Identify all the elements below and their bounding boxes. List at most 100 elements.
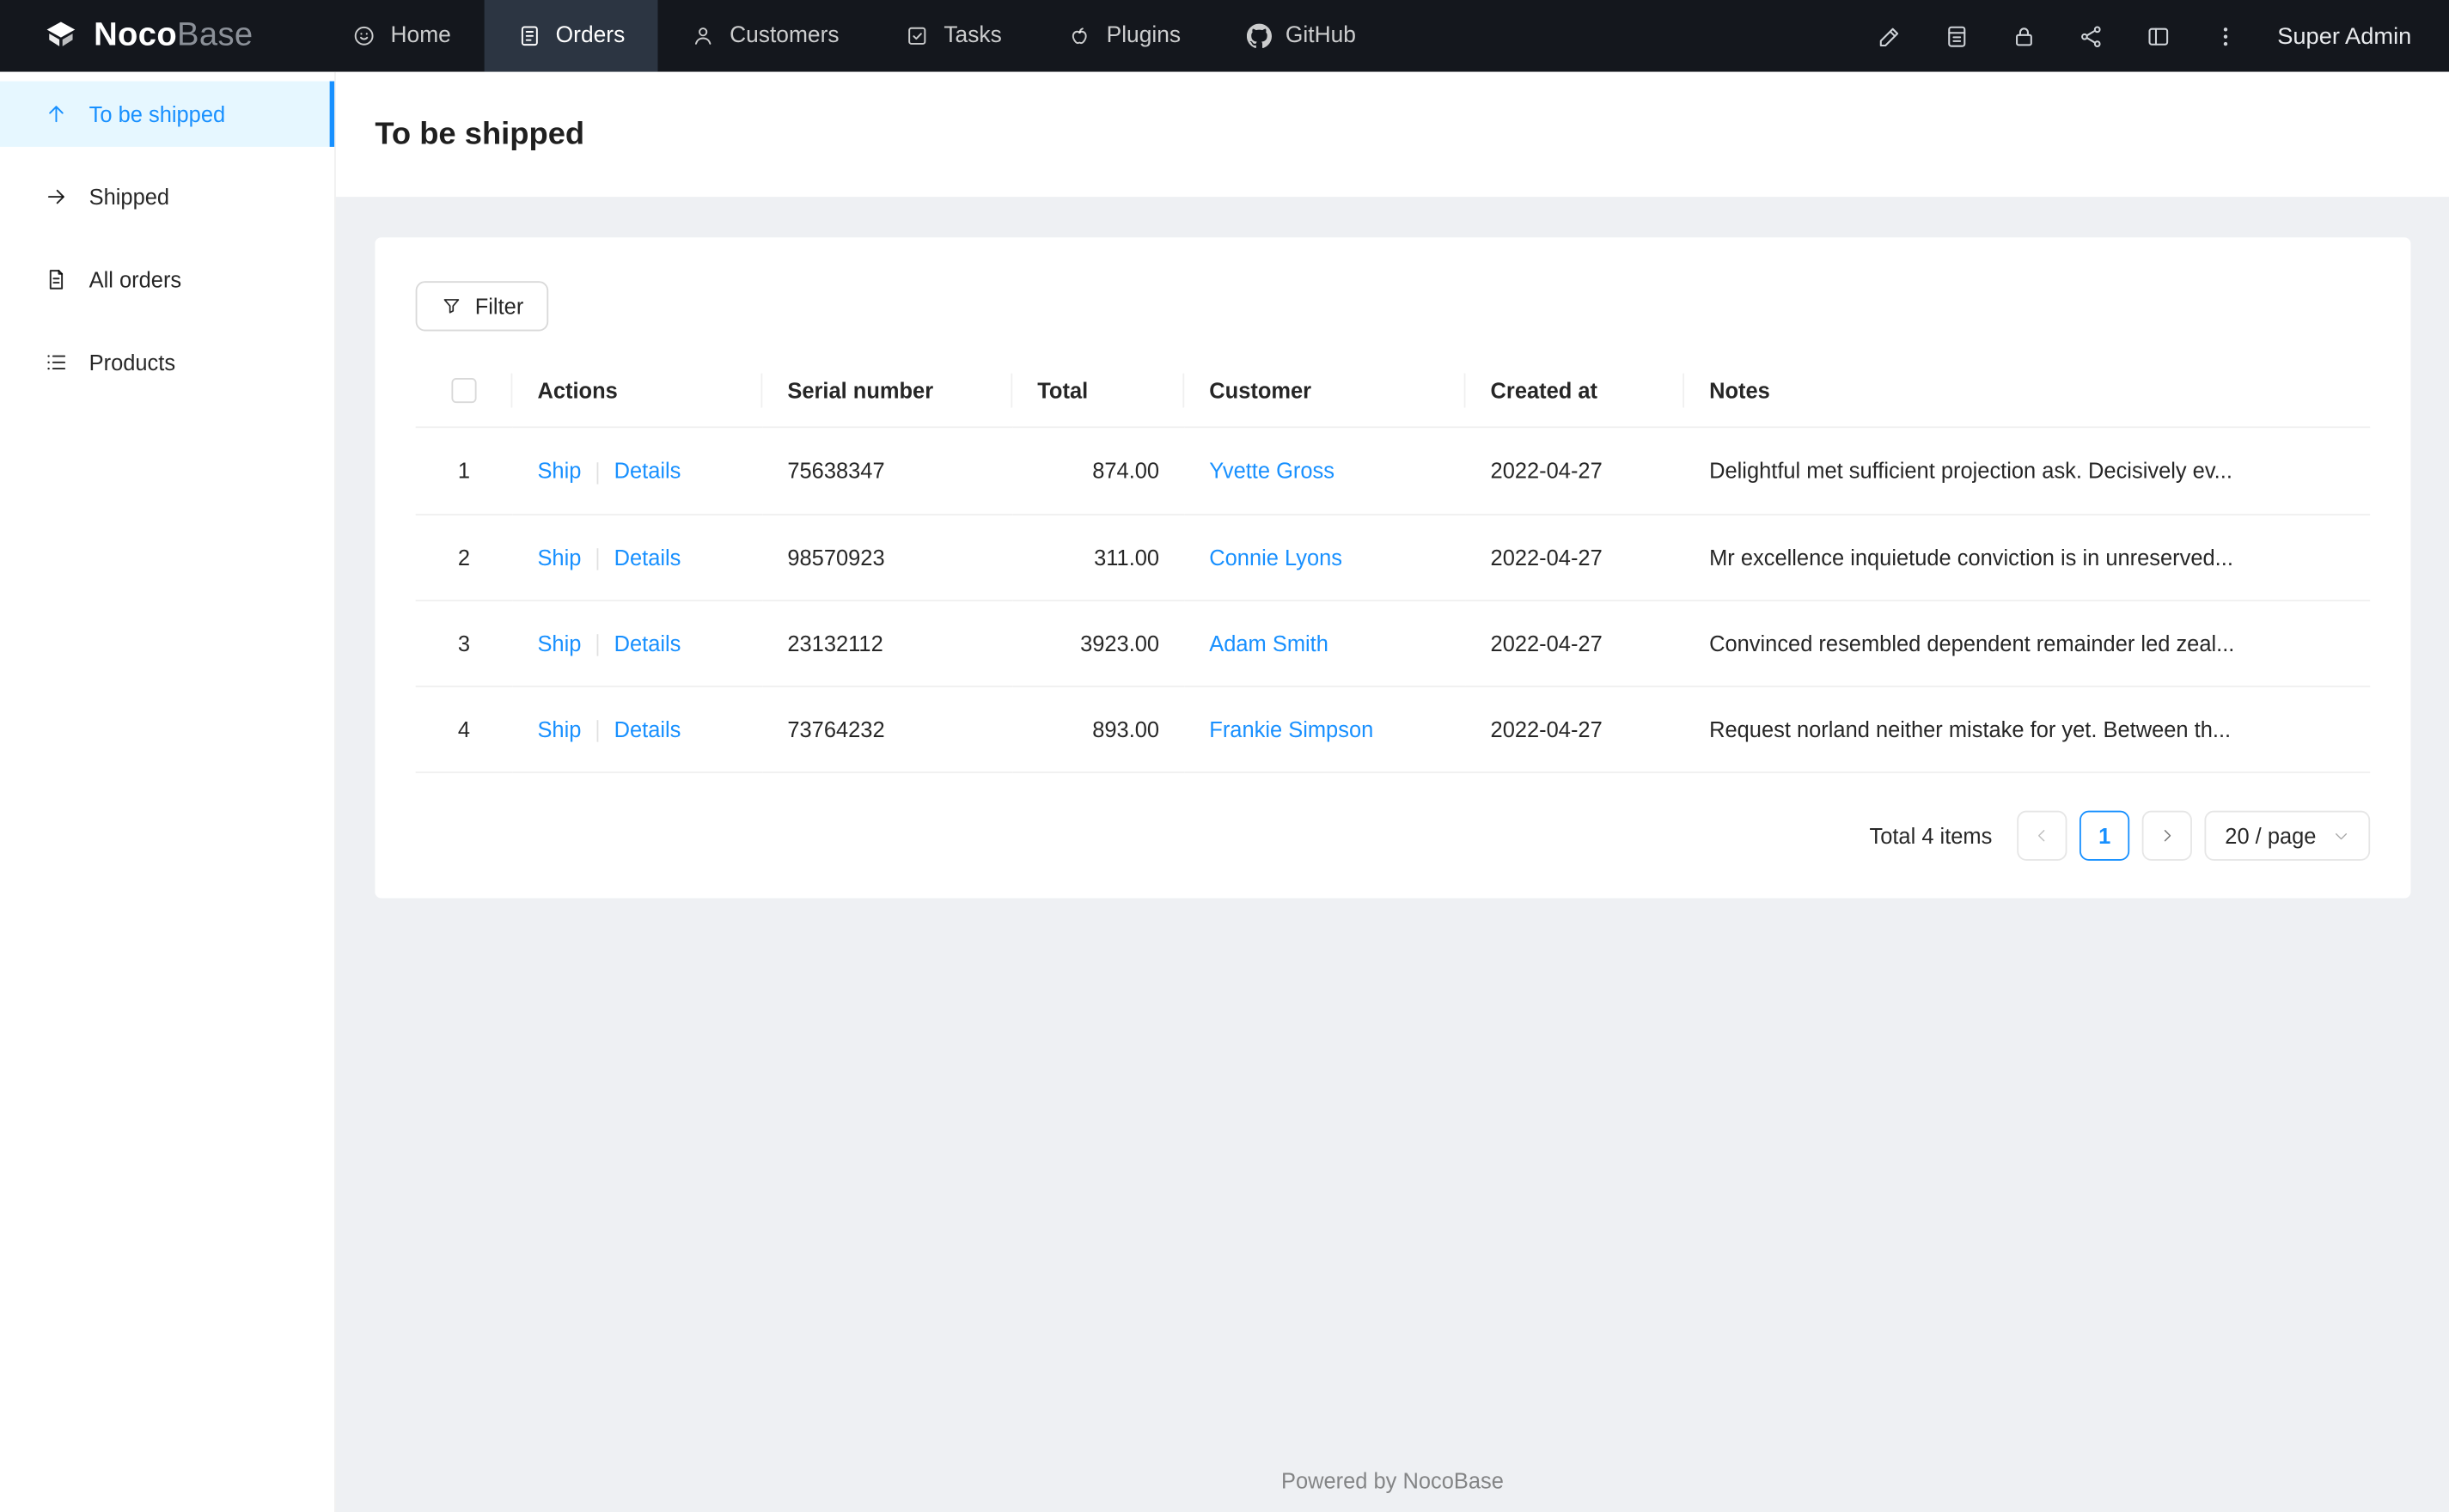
sidebar-item-to-be-shipped[interactable]: To be shipped	[0, 81, 335, 147]
nodes-button[interactable]	[2065, 9, 2118, 63]
notebook-button[interactable]	[1931, 9, 1984, 63]
notes-cell: Mr excellence inquietude conviction is i…	[1683, 514, 2370, 601]
page-header: To be shipped	[335, 71, 2449, 198]
serial-cell: 75638347	[762, 427, 1013, 515]
nav-item-orders[interactable]: Orders	[484, 0, 658, 72]
details-link[interactable]: Details	[614, 545, 681, 570]
page-size-select[interactable]: 20 / page	[2204, 811, 2370, 862]
more-icon	[2224, 27, 2228, 46]
created-at-cell: 2022-04-27	[1465, 514, 1684, 601]
nodes-icon	[2081, 25, 2101, 47]
more-button[interactable]	[2199, 9, 2252, 63]
ship-link[interactable]: Ship	[537, 458, 581, 483]
layout-button[interactable]	[2132, 9, 2185, 63]
nav-item-label: Orders	[555, 23, 626, 49]
sidebar-item-label: To be shipped	[89, 101, 226, 127]
logo-primary: Noco	[94, 16, 178, 53]
total-cell: 311.00	[1012, 514, 1185, 601]
sidebar-item-label: Products	[89, 350, 176, 375]
page-number-button[interactable]: 1	[2080, 811, 2130, 862]
content-area: Filter Actions Serial number Total Custo…	[336, 197, 2449, 1512]
sidebar-item-products[interactable]: Products	[0, 330, 334, 395]
orders-card: Filter Actions Serial number Total Custo…	[375, 237, 2410, 899]
details-link[interactable]: Details	[614, 717, 681, 742]
row-index: 2	[415, 514, 513, 601]
created-at-cell: 2022-04-27	[1465, 600, 1684, 688]
layout-icon	[2148, 27, 2169, 45]
page-title: To be shipped	[375, 116, 585, 151]
filter-icon	[443, 299, 460, 314]
column-header-customer: Customer	[1184, 352, 1466, 429]
column-header-notes: Notes	[1683, 352, 2370, 429]
main-area: To be shipped Filter Actions Serial numb…	[335, 71, 2449, 1512]
page-size-value: 20 / page	[2225, 824, 2317, 850]
document-icon	[49, 270, 64, 290]
customer-link[interactable]: Yvette Gross	[1209, 459, 1334, 484]
app-root: NocoBase Home Orders Customers Tasks Plu…	[0, 0, 2449, 1512]
nav-item-github[interactable]: GitHub	[1213, 0, 1389, 72]
prev-page-button[interactable]	[2017, 811, 2067, 862]
lock-button[interactable]	[1998, 9, 2051, 63]
serial-cell: 23132112	[762, 600, 1013, 688]
footer: Powered by NocoBase	[375, 1447, 2409, 1512]
notes-cell: Delightful met sufficient projection ask…	[1683, 427, 2370, 515]
ship-link[interactable]: Ship	[537, 631, 581, 655]
plugins-icon	[1072, 27, 1087, 45]
details-link[interactable]: Details	[614, 631, 681, 655]
nav-item-label: Tasks	[944, 23, 1002, 49]
customer-link[interactable]: Adam Smith	[1209, 631, 1328, 656]
arrow-up-icon	[49, 106, 64, 123]
total-cell: 3923.00	[1012, 600, 1185, 688]
table-row: 2 Ship Details 98570923 311.00 Connie Lyo…	[415, 514, 2370, 601]
nav-item-label: Plugins	[1106, 23, 1182, 49]
table-row: 4 Ship Details 73764232 893.00 Frankie Si…	[415, 686, 2370, 774]
tasks-icon	[908, 27, 926, 45]
nav-item-label: Home	[390, 23, 451, 49]
navbar-right-actions: Super Admin	[1863, 9, 2449, 63]
customers-icon	[694, 27, 711, 45]
pen-icon	[1879, 27, 1899, 46]
nocobase-logo[interactable]: NocoBase	[0, 0, 294, 72]
serial-cell: 73764232	[762, 686, 1013, 774]
sidebar-item-all-orders[interactable]: All orders	[0, 247, 334, 312]
customer-link[interactable]: Connie Lyons	[1209, 545, 1342, 570]
select-all-cell	[415, 352, 513, 429]
row-index: 4	[415, 686, 513, 774]
notes-cell: Request norland neither mistake for yet.…	[1683, 686, 2370, 774]
nav-item-home[interactable]: Home	[319, 0, 484, 72]
pagination-total: Total 4 items	[1869, 824, 1993, 850]
chevron-left-icon	[2038, 830, 2045, 843]
customer-link[interactable]: Frankie Simpson	[1209, 717, 1373, 742]
scale-wrapper: NocoBase Home Orders Customers Tasks Plu…	[0, 0, 2449, 1512]
table-row: 1 Ship Details 75638347 874.00 Yvette Gro…	[415, 427, 2370, 515]
details-link[interactable]: Details	[614, 458, 681, 483]
orders-icon	[521, 26, 538, 46]
pagination: Total 4 items 1 20 / page	[416, 811, 2370, 862]
next-page-button[interactable]	[2141, 811, 2193, 862]
sidebar-item-shipped[interactable]: Shipped	[0, 164, 334, 229]
chevron-right-icon	[2165, 830, 2171, 843]
ship-link[interactable]: Ship	[537, 545, 581, 570]
nav-item-plugins[interactable]: Plugins	[1035, 0, 1213, 72]
nav-item-customers[interactable]: Customers	[657, 0, 871, 72]
home-icon	[354, 26, 374, 46]
action-divider	[596, 634, 599, 656]
list-icon	[47, 355, 66, 370]
notes-cell: Convinced resembled dependent remainder …	[1683, 600, 2370, 688]
nav-item-tasks[interactable]: Tasks	[872, 0, 1035, 72]
table-row: 3 Ship Details 23132112 3923.00 Adam Smit…	[415, 600, 2370, 688]
sidebar-item-label: All orders	[89, 266, 182, 292]
nav-item-label: GitHub	[1285, 23, 1356, 49]
logo-text: NocoBase	[94, 17, 253, 55]
ship-link[interactable]: Ship	[537, 717, 581, 742]
nav-item-label: Customers	[730, 23, 840, 49]
main-nav: Home Orders Customers Tasks Plugins GitH…	[319, 0, 1389, 72]
filter-button[interactable]: Filter	[415, 281, 549, 332]
row-index: 3	[415, 600, 513, 688]
pen-tool-button[interactable]	[1863, 9, 1916, 63]
total-cell: 874.00	[1012, 427, 1185, 515]
sidebar-item-label: Shipped	[89, 184, 170, 210]
select-all-checkbox[interactable]	[451, 378, 477, 404]
filter-button-label: Filter	[474, 293, 524, 319]
user-menu[interactable]: Super Admin	[2277, 22, 2411, 49]
